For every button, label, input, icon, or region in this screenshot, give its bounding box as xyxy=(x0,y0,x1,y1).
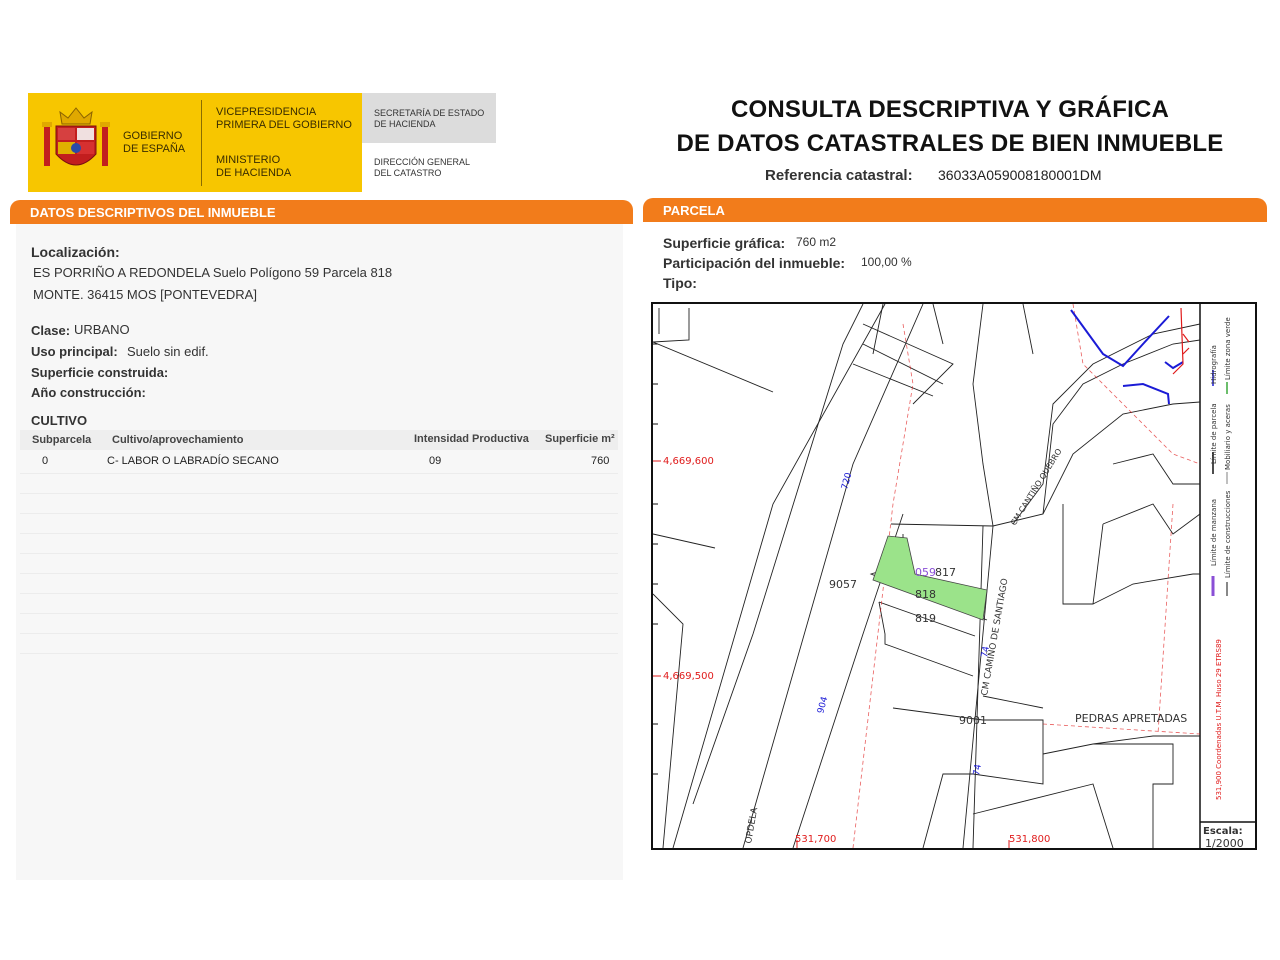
row-subparcela: 0 xyxy=(42,455,49,467)
parcel-number: 818 xyxy=(915,588,936,601)
superficie-construida-label: Superficie construida: xyxy=(31,365,169,380)
localizacion-label: Localización: xyxy=(31,244,120,260)
ministerio-label: MINISTERIO DE HACIENDA xyxy=(216,154,292,179)
ref-catastral-value: 36033A059008180001DM xyxy=(938,167,1102,183)
table-row-divider xyxy=(20,473,618,474)
direccion-label: DIRECCIÓN GENERAL DEL CATASTRO xyxy=(374,157,471,178)
table-row-divider xyxy=(20,633,618,634)
coord-label: 4,669,500 xyxy=(663,671,714,682)
cadastral-map[interactable]: 9057 817 059 818 819 9001 PEDRAS APRETAD… xyxy=(651,302,1257,850)
coord-label: 531,700 xyxy=(795,834,836,845)
parcel-number: 059 xyxy=(915,566,936,579)
coord-label: 4,669,600 xyxy=(663,456,714,467)
table-row-divider xyxy=(20,493,618,494)
legend-item: Límite zona verde xyxy=(1224,317,1232,380)
participacion-value: 100,00 % xyxy=(861,255,912,269)
road-name: OPDELA xyxy=(744,806,760,845)
uso-principal-value: Suelo sin edif. xyxy=(127,344,209,359)
table-row-divider xyxy=(20,573,618,574)
localizacion-line1: ES PORRIÑO A REDONDELA Suelo Polígono 59… xyxy=(33,265,393,280)
legend-item: Límite de manzana xyxy=(1210,499,1218,566)
table-row-divider xyxy=(20,613,618,614)
col-intensidad: Intensidad Productiva xyxy=(414,433,529,445)
scale-value: 1/2000 xyxy=(1205,837,1244,848)
road-number: 74 xyxy=(980,645,992,658)
col-superficie: Superficie m² xyxy=(545,433,615,445)
table-row-divider xyxy=(20,533,618,534)
participacion-label: Participación del inmueble: xyxy=(663,255,846,271)
road-number: 74 xyxy=(972,763,984,776)
coat-of-arms-icon xyxy=(42,107,110,166)
cultivo-title: CULTIVO xyxy=(31,413,88,428)
parcela-bar: PARCELA xyxy=(643,198,1267,222)
legend-item: Límite de parcela xyxy=(1210,403,1218,464)
tipo-label: Tipo: xyxy=(663,275,697,291)
legend-coords: 531,900 Coordenadas U.T.M. Huso 29 ETRS8… xyxy=(1215,639,1223,800)
map-drawing: 9057 817 059 818 819 9001 PEDRAS APRETAD… xyxy=(653,304,1255,848)
col-subparcela: Subparcela xyxy=(32,434,92,446)
row-superficie: 760 xyxy=(591,455,610,467)
anio-construccion-label: Año construcción: xyxy=(31,385,146,400)
road-number: 720 xyxy=(840,471,854,490)
parcel-number: 9057 xyxy=(829,578,857,591)
parcel-number: 819 xyxy=(915,612,936,625)
row-cultivo: C- LABOR O LABRADÍO SECANO xyxy=(107,455,279,467)
legend-item: Mobiliario y aceras xyxy=(1224,404,1232,470)
page-title-line2: DE DATOS CATASTRALES DE BIEN INMUEBLE xyxy=(676,130,1224,157)
coord-label: 531,800 xyxy=(1009,834,1050,845)
logo-divider xyxy=(201,100,202,186)
clase-label: Clase: xyxy=(31,323,71,338)
table-row-divider xyxy=(20,513,618,514)
superficie-grafica-value: 760 m2 xyxy=(796,235,837,249)
superficie-grafica-label: Superficie gráfica: xyxy=(663,235,786,251)
legend-item: Límite de construcciones xyxy=(1224,490,1232,578)
road-number: 904 xyxy=(816,695,830,714)
descriptive-data-bar: DATOS DESCRIPTIVOS DEL INMUEBLE xyxy=(10,200,633,224)
uso-principal-label: Uso principal: xyxy=(31,344,118,359)
parcel-number: 9001 xyxy=(959,714,987,727)
col-cultivo: Cultivo/aprovechamiento xyxy=(112,434,244,446)
table-row-divider xyxy=(20,553,618,554)
row-intensidad: 09 xyxy=(429,455,442,467)
road-name: CM CANTIÑO QUEBRO xyxy=(1008,447,1063,528)
parcel-number: 817 xyxy=(935,566,956,579)
localizacion-line2: MONTE. 36415 MOS [PONTEVEDRA] xyxy=(33,287,257,302)
clase-value: URBANO xyxy=(74,322,130,337)
legend-item: Hidrografía xyxy=(1210,345,1218,384)
gobierno-label: GOBIERNO DE ESPAÑA xyxy=(123,130,186,155)
scale-label: Escala: xyxy=(1203,826,1243,837)
table-row-divider xyxy=(20,593,618,594)
place-name: PEDRAS APRETADAS xyxy=(1075,712,1187,725)
table-row-divider xyxy=(20,653,618,654)
vicepresidencia-label: VICEPRESIDENCIA PRIMERA DEL GOBIERNO xyxy=(216,106,352,131)
ref-catastral-label: Referencia catastral: xyxy=(765,167,913,184)
secretaria-label: SECRETARÍA DE ESTADO DE HACIENDA xyxy=(374,108,485,129)
page-title-line1: CONSULTA DESCRIPTIVA Y GRÁFICA xyxy=(730,96,1170,123)
